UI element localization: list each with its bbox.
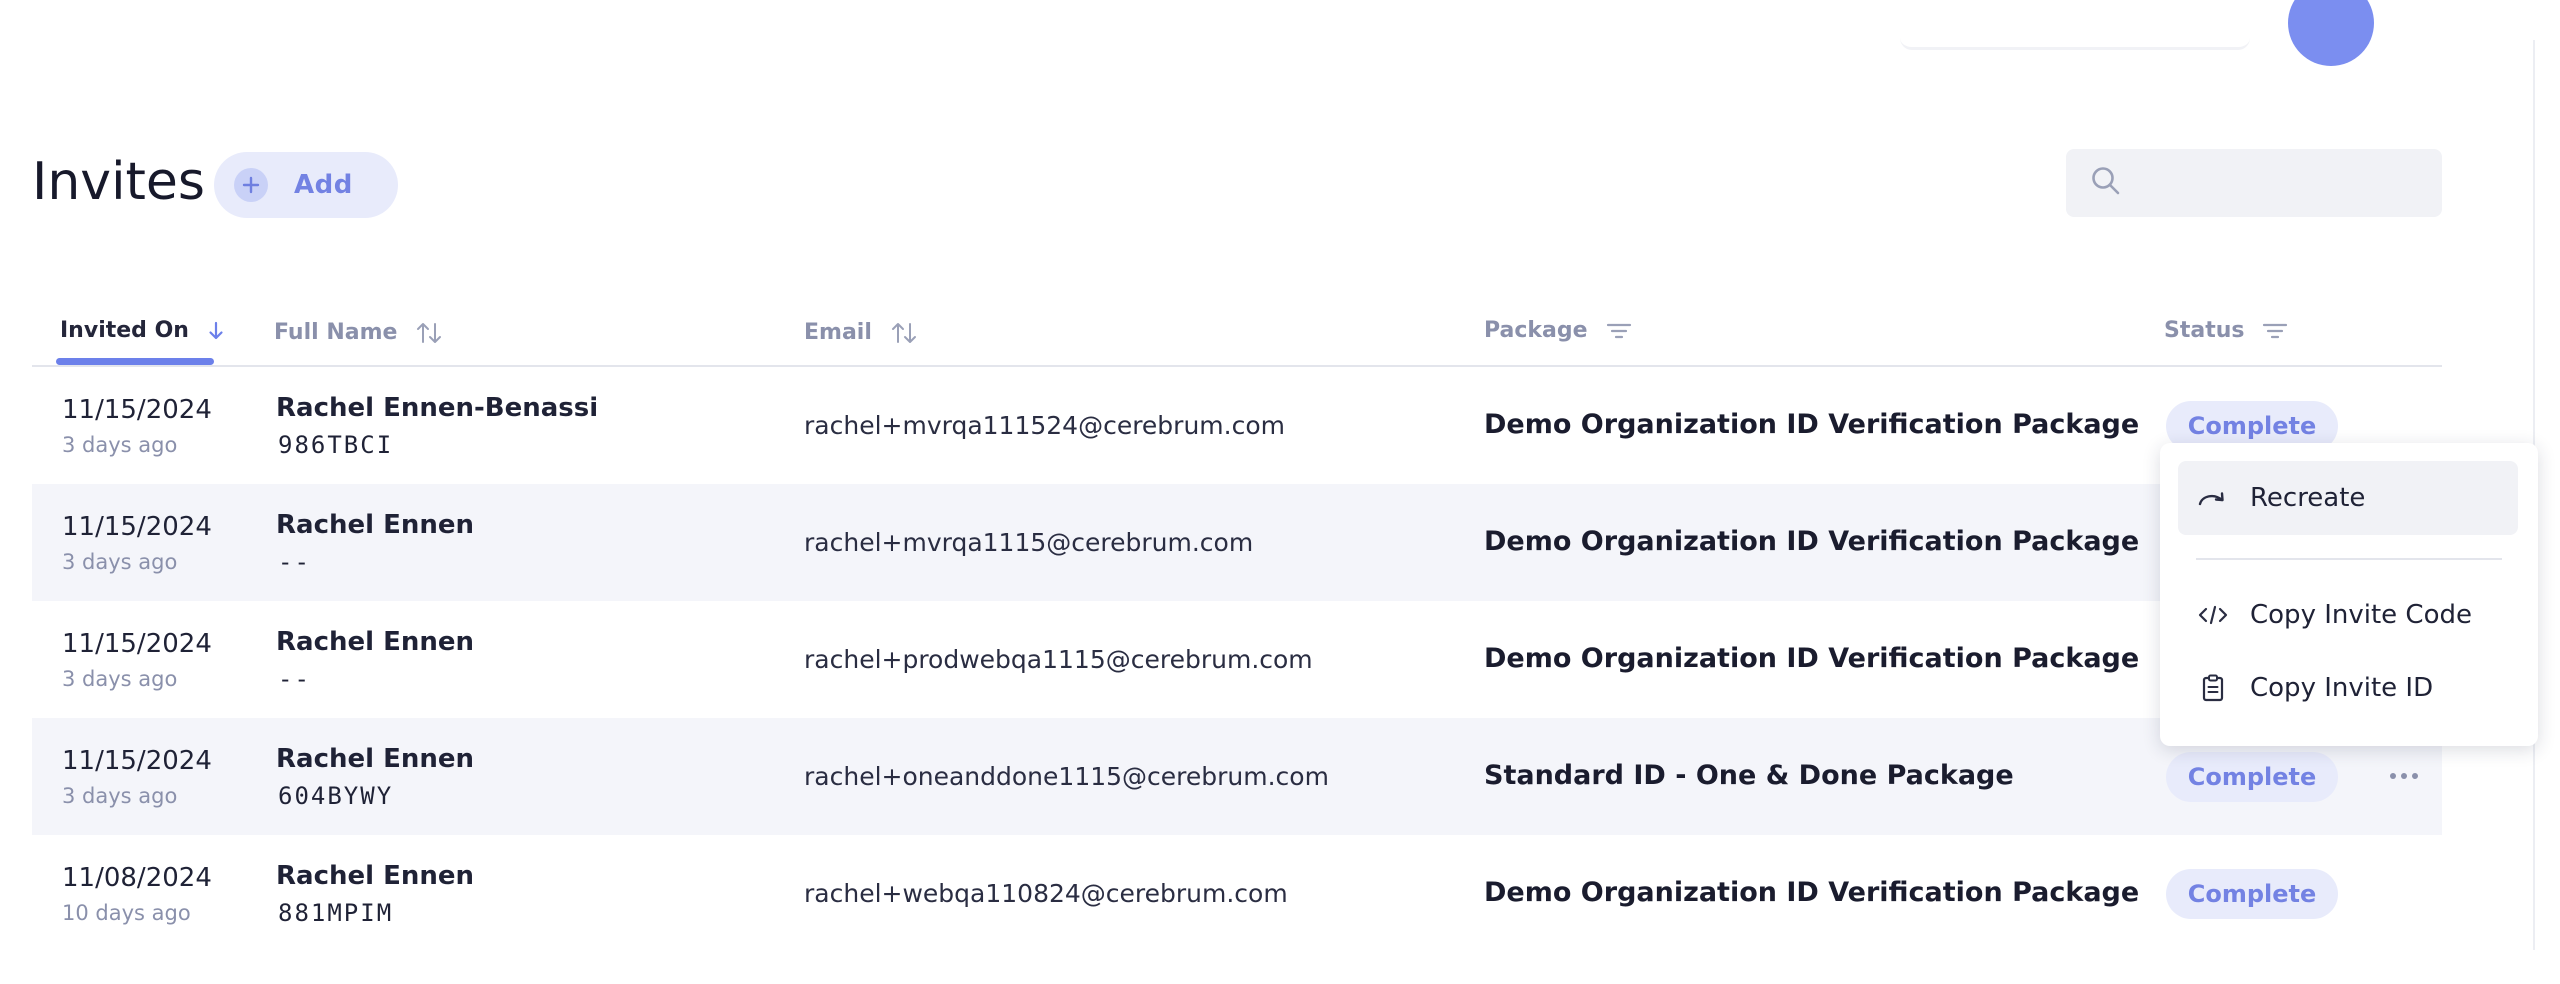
full-name: Rachel Ennen (276, 744, 475, 774)
email: rachel+mvrqa1115@cerebrum.com (804, 528, 1254, 557)
invite-code: -- (278, 665, 311, 693)
invites-table: Invited On Full Name Email Package Statu… (32, 300, 2442, 952)
invite-code: 604BYWY (278, 782, 394, 810)
invited-date: 11/08/2024 (62, 863, 212, 893)
package-name: Demo Organization ID Verification Packag… (1484, 526, 2140, 557)
invited-date: 11/15/2024 (62, 512, 212, 542)
column-label: Email (804, 319, 872, 345)
menu-item-label: Recreate (2250, 483, 2366, 513)
status-badge: Complete (2166, 752, 2338, 802)
full-name: Rachel Ennen (276, 861, 475, 891)
email: rachel+oneanddone1115@cerebrum.com (804, 762, 1329, 791)
invited-date: 11/15/2024 (62, 746, 212, 776)
filter-icon[interactable] (2262, 321, 2288, 341)
invited-relative-time: 3 days ago (62, 784, 178, 808)
column-header-email[interactable]: Email (804, 318, 920, 346)
invite-code: -- (278, 548, 311, 576)
invited-date: 11/15/2024 (62, 395, 212, 425)
menu-item-recreate[interactable]: Recreate (2178, 461, 2518, 535)
table-row[interactable]: 11/15/2024 3 days ago Rachel Ennen -- ra… (32, 601, 2442, 718)
clipboard-icon (2196, 674, 2230, 702)
add-invite-button[interactable]: Add (214, 152, 398, 218)
menu-item-copy-invite-id[interactable]: Copy Invite ID (2178, 651, 2518, 725)
invited-relative-time: 10 days ago (62, 901, 191, 925)
sort-icon[interactable] (890, 318, 920, 346)
email: rachel+mvrqa111524@cerebrum.com (804, 411, 1285, 440)
menu-item-copy-invite-code[interactable]: Copy Invite Code (2178, 578, 2518, 652)
page-title: Invites (32, 152, 205, 212)
code-icon (2196, 605, 2230, 625)
invited-relative-time: 3 days ago (62, 667, 178, 691)
column-header-status[interactable]: Status (2164, 318, 2288, 343)
table-row[interactable]: 11/08/2024 10 days ago Rachel Ennen 881M… (32, 835, 2442, 952)
search-icon (2090, 165, 2122, 201)
search-box[interactable] (2066, 149, 2442, 217)
column-header-full-name[interactable]: Full Name (274, 318, 445, 346)
invite-code: 986TBCI (278, 431, 394, 459)
column-label: Package (1484, 318, 1588, 343)
full-name: Rachel Ennen (276, 510, 475, 540)
invited-relative-time: 3 days ago (62, 433, 178, 457)
avatar[interactable] (2288, 0, 2374, 66)
recreate-icon (2196, 487, 2230, 509)
table-row[interactable]: 11/15/2024 3 days ago Rachel Ennen 604BY… (32, 718, 2442, 835)
plus-icon (234, 168, 268, 202)
full-name: Rachel Ennen (276, 627, 475, 657)
invited-relative-time: 3 days ago (62, 550, 178, 574)
column-label: Invited On (60, 318, 189, 343)
top-search-pill (1900, 34, 2250, 50)
status-badge: Complete (2166, 869, 2338, 919)
column-header-invited-on[interactable]: Invited On (60, 318, 225, 343)
search-input[interactable] (2140, 169, 2430, 197)
package-name: Demo Organization ID Verification Packag… (1484, 877, 2140, 908)
menu-item-label: Copy Invite Code (2250, 600, 2472, 630)
package-name: Demo Organization ID Verification Packag… (1484, 409, 2140, 440)
column-label: Status (2164, 318, 2245, 343)
invite-code: 881MPIM (278, 899, 394, 927)
active-sort-indicator (56, 358, 214, 365)
filter-icon[interactable] (1606, 321, 1632, 341)
column-label: Full Name (274, 319, 398, 345)
column-header-package[interactable]: Package (1484, 318, 1632, 343)
row-context-menu: Recreate Copy Invite Code Copy Invite ID (2160, 443, 2538, 746)
table-header: Invited On Full Name Email Package Statu… (32, 300, 2442, 367)
email: rachel+webqa110824@cerebrum.com (804, 879, 1288, 908)
email: rachel+prodwebqa1115@cerebrum.com (804, 645, 1313, 674)
table-row[interactable]: 11/15/2024 3 days ago Rachel Ennen -- ra… (32, 484, 2442, 601)
full-name: Rachel Ennen-Benassi (276, 393, 599, 423)
table-row[interactable]: 11/15/2024 3 days ago Rachel Ennen-Benas… (32, 367, 2442, 484)
package-name: Standard ID - One & Done Package (1484, 760, 2014, 791)
sort-descending-icon[interactable] (207, 320, 225, 342)
add-button-label: Add (294, 170, 353, 200)
invited-date: 11/15/2024 (62, 629, 212, 659)
menu-item-label: Copy Invite ID (2250, 673, 2434, 703)
package-name: Demo Organization ID Verification Packag… (1484, 643, 2140, 674)
more-options-icon[interactable] (2384, 758, 2424, 794)
menu-divider (2196, 558, 2502, 560)
sort-icon[interactable] (415, 318, 445, 346)
